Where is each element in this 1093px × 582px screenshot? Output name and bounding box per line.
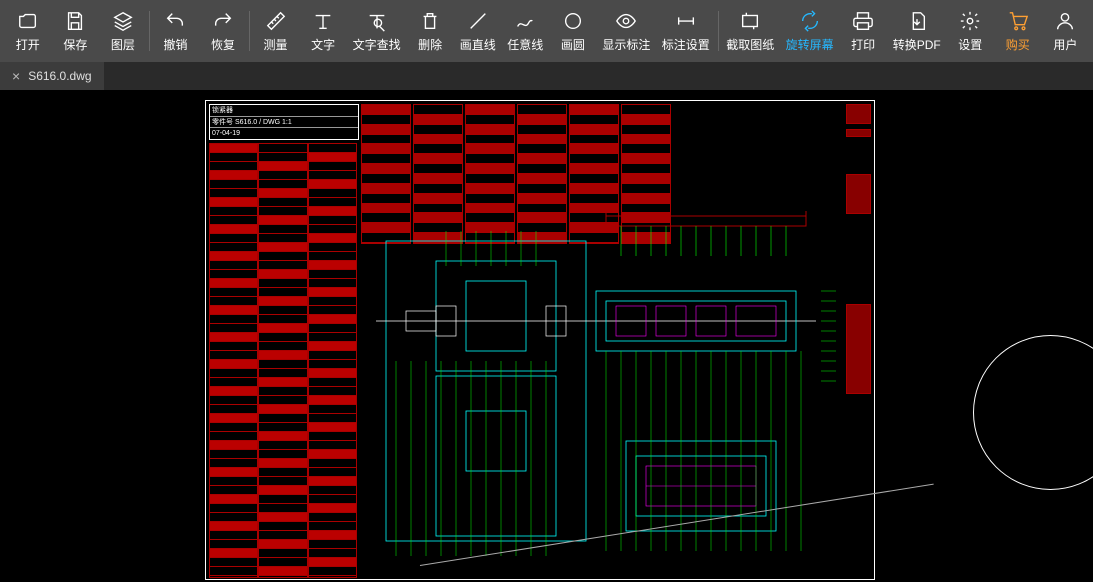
text-icon (312, 10, 334, 32)
drawline-button[interactable]: 画直线 (454, 4, 502, 59)
measure-button[interactable]: 测量 (252, 4, 300, 59)
annot-settings-icon (675, 10, 697, 32)
print-button[interactable]: 打印 (839, 4, 887, 59)
user-icon (1054, 10, 1076, 32)
redo-icon (212, 10, 234, 32)
showannot-button[interactable]: 显示标注 (597, 4, 656, 59)
layer-icon (112, 10, 134, 32)
separator (149, 11, 150, 51)
annotset-button[interactable]: 标注设置 (656, 4, 715, 59)
open-button[interactable]: 打开 (4, 4, 52, 59)
save-icon (64, 10, 86, 32)
close-icon[interactable]: × (12, 68, 20, 84)
rotate-icon (799, 10, 821, 32)
text-button[interactable]: 文字 (299, 4, 347, 59)
pdf-icon (906, 10, 928, 32)
undo-button[interactable]: 撤销 (152, 4, 200, 59)
document-tab[interactable]: × S616.0.dwg (0, 62, 104, 90)
print-icon (852, 10, 874, 32)
line-icon (467, 10, 489, 32)
trash-icon (419, 10, 441, 32)
open-icon (17, 10, 39, 32)
user-button[interactable]: 用户 (1042, 4, 1090, 59)
convertpdf-button[interactable]: 转换PDF (887, 4, 946, 59)
textfind-button[interactable]: 文字查找 (347, 4, 406, 59)
rotate-button[interactable]: 旋转屏幕 (780, 4, 839, 59)
mechanical-assembly (376, 211, 836, 571)
main-toolbar: 打开 保存 图层 撤销 恢复 测量 文字 文字查找 删除 画直线 任意线 (0, 0, 1093, 62)
cursor-ring (973, 335, 1093, 490)
circle-icon (562, 10, 584, 32)
save-button[interactable]: 保存 (52, 4, 100, 59)
circle-button[interactable]: 画圆 (549, 4, 597, 59)
delete-button[interactable]: 删除 (406, 4, 454, 59)
eye-icon (615, 10, 637, 32)
separator (249, 11, 250, 51)
settings-button[interactable]: 设置 (946, 4, 994, 59)
purchase-button[interactable]: 购买 (994, 4, 1042, 59)
layer-button[interactable]: 图层 (99, 4, 147, 59)
cart-icon (1007, 10, 1029, 32)
title-block: 锁紧器 零件号 S616.0 / DWG 1:1 07-04-19 (209, 104, 359, 140)
parts-list-left (209, 143, 357, 578)
redo-button[interactable]: 恢复 (199, 4, 247, 59)
separator (718, 11, 719, 51)
freeline-icon (514, 10, 536, 32)
screenshot-button[interactable]: 截取图纸 (721, 4, 780, 59)
tab-bar: × S616.0.dwg (0, 62, 1093, 90)
measure-icon (265, 10, 287, 32)
crop-icon (739, 10, 761, 32)
drawing-viewport[interactable]: 锁紧器 零件号 S616.0 / DWG 1:1 07-04-19 (0, 90, 1093, 582)
gear-icon (959, 10, 981, 32)
anyline-button[interactable]: 任意线 (501, 4, 549, 59)
undo-icon (164, 10, 186, 32)
right-strip (846, 104, 871, 579)
search-icon (366, 10, 388, 32)
tab-filename: S616.0.dwg (28, 69, 91, 83)
